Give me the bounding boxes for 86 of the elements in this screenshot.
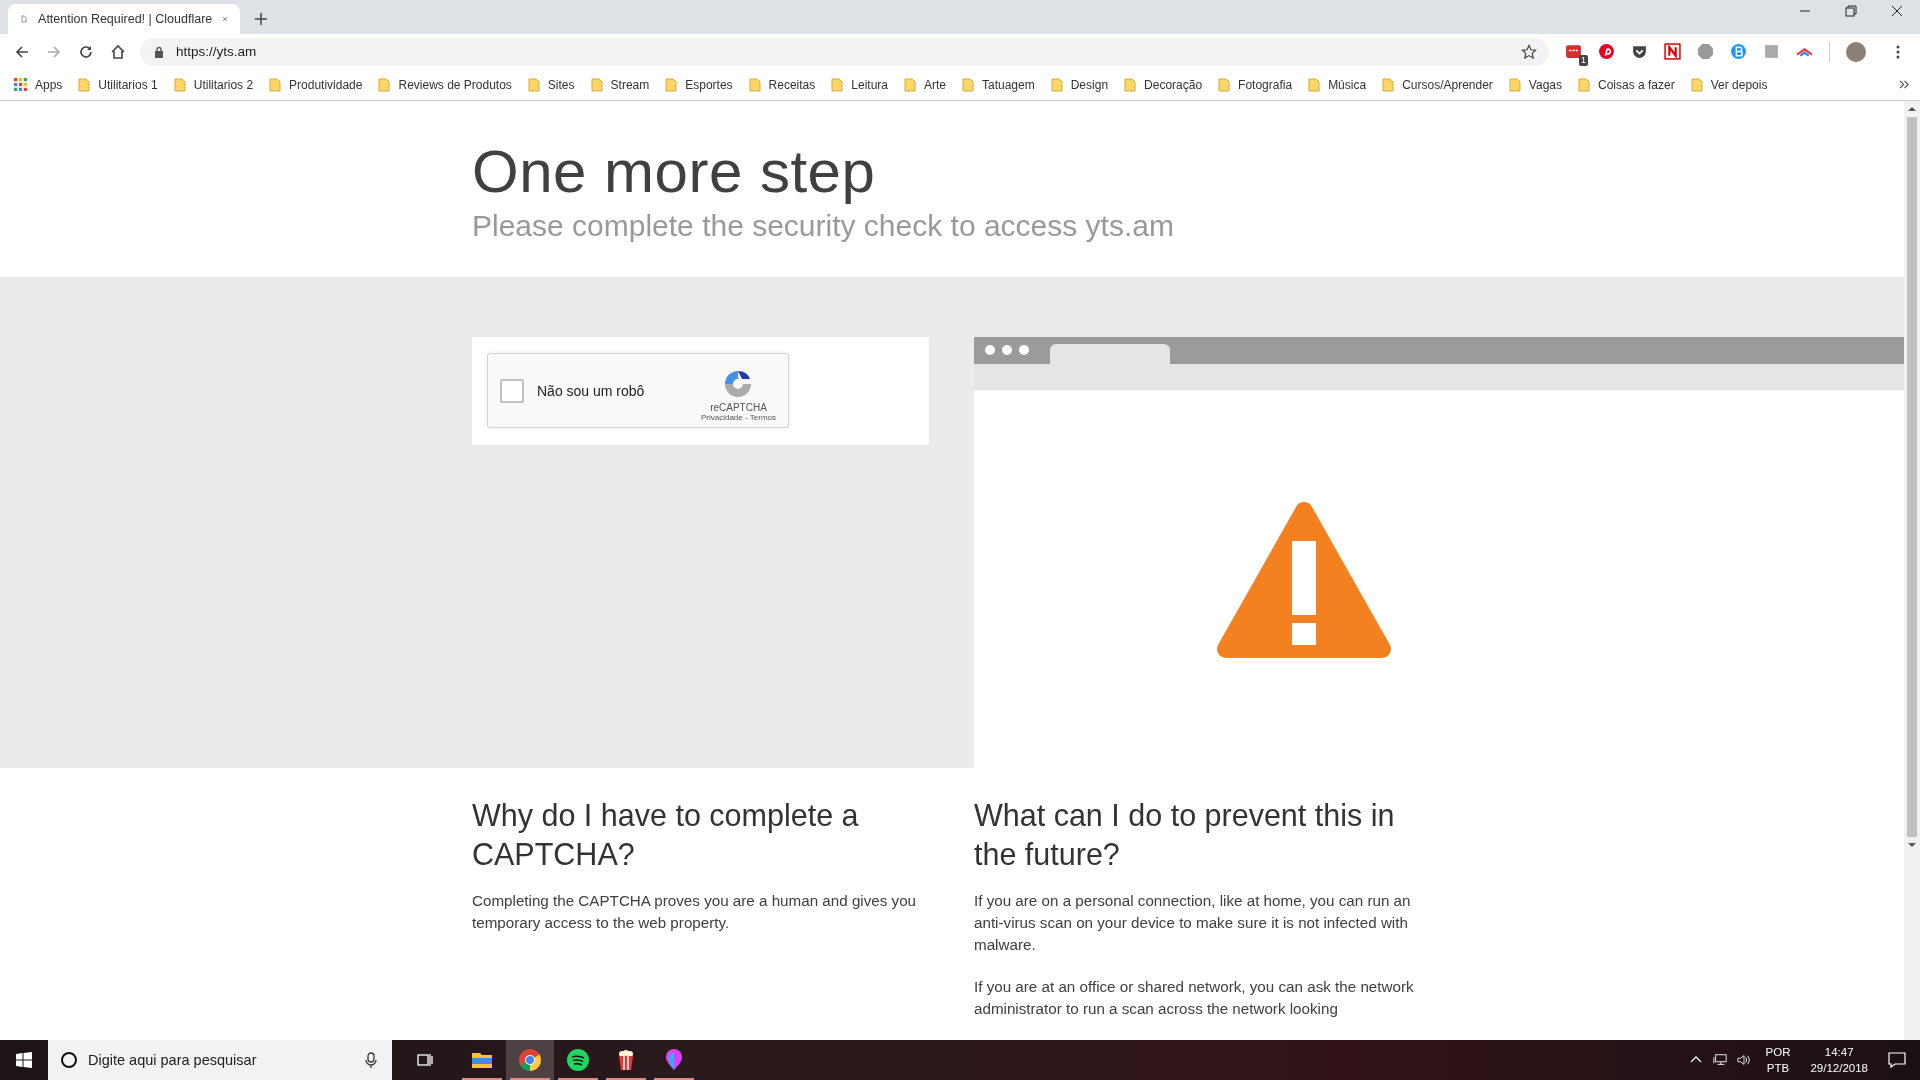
page-icon bbox=[20, 12, 29, 26]
task-view-icon[interactable] bbox=[416, 1051, 434, 1069]
folder-icon bbox=[831, 77, 844, 92]
extension-badge: 1 bbox=[1579, 55, 1588, 66]
scrollbar[interactable] bbox=[1904, 101, 1920, 1040]
section-heading: Why do I have to complete a CAPTCHA? bbox=[472, 797, 860, 873]
bookmark[interactable]: Utilitarios 1 bbox=[78, 77, 158, 92]
section-paragraph: If you are at an office or shared network, you can ask the network administrator to run a scan across the network looking bbox=[974, 977, 1415, 1019]
lock-icon bbox=[154, 45, 164, 58]
notification-icon[interactable] bbox=[1888, 1051, 1906, 1069]
page-subtitle: Please complete the security check to access yts.am bbox=[472, 209, 1174, 243]
folder-icon bbox=[904, 77, 916, 92]
folder-icon bbox=[269, 77, 282, 92]
restore-icon[interactable] bbox=[1845, 5, 1857, 17]
browser-tab[interactable]: Attention Required! | Cloudflare bbox=[8, 4, 240, 34]
close-icon[interactable] bbox=[1891, 5, 1903, 17]
folder-icon bbox=[527, 77, 540, 92]
new-tab-icon[interactable] bbox=[254, 12, 268, 26]
folder-icon bbox=[1578, 77, 1590, 92]
recaptcha-label: reCAPTCHA bbox=[710, 401, 767, 413]
folder-icon bbox=[1690, 77, 1703, 92]
bookmark[interactable]: Produtividade bbox=[269, 77, 363, 92]
folder-icon bbox=[1382, 77, 1395, 92]
bookmark[interactable]: Fotografia bbox=[1218, 77, 1293, 92]
bookmark[interactable]: Música bbox=[1308, 77, 1367, 92]
taskbar-app[interactable] bbox=[506, 1040, 554, 1080]
back-icon[interactable] bbox=[14, 43, 30, 60]
bookmark[interactable]: Receitas bbox=[748, 77, 816, 92]
folder-icon bbox=[1050, 77, 1063, 92]
bookmark[interactable]: Cursos/Aprender bbox=[1382, 77, 1493, 92]
language-indicator[interactable]: POR PTB bbox=[1765, 1044, 1791, 1076]
windows-start-icon[interactable] bbox=[16, 1052, 32, 1068]
microphone-icon[interactable] bbox=[362, 1051, 380, 1069]
captcha-label: Não sou um robô bbox=[537, 382, 645, 399]
folder-icon bbox=[1124, 77, 1137, 92]
apps-button[interactable]: Apps bbox=[14, 77, 63, 92]
scroll-down-icon[interactable] bbox=[1908, 842, 1916, 848]
folder-icon bbox=[1218, 77, 1231, 92]
bookmark[interactable]: Stream bbox=[590, 77, 650, 92]
bookmark[interactable]: Decoração bbox=[1124, 77, 1203, 92]
chrome-icon bbox=[518, 1048, 542, 1072]
folder-icon bbox=[378, 77, 391, 92]
address-bar[interactable]: https://yts.am bbox=[140, 37, 1549, 66]
reload-icon[interactable] bbox=[78, 43, 94, 60]
folder-icon bbox=[962, 77, 974, 92]
link-separator: - bbox=[745, 412, 748, 422]
bookmark[interactable]: Design bbox=[1050, 77, 1109, 92]
section-paragraph: If you are on a personal connection, like at home, you can run an anti-virus scan on your device to make sure it is not infected with malware. bbox=[974, 891, 1412, 955]
bookmark[interactable]: Leitura bbox=[831, 77, 888, 92]
cortana-icon bbox=[60, 1051, 78, 1069]
folder-icon bbox=[1508, 77, 1521, 92]
bookmark[interactable]: Sites bbox=[527, 77, 575, 92]
folder-icon bbox=[590, 77, 603, 92]
terms-link[interactable]: Termos bbox=[749, 412, 776, 422]
volume-icon[interactable] bbox=[1736, 1053, 1751, 1067]
pocket-icon[interactable] bbox=[1631, 43, 1648, 60]
folder-icon bbox=[173, 77, 186, 92]
avatar[interactable] bbox=[1846, 41, 1866, 62]
folder-icon bbox=[1308, 77, 1321, 92]
pin-icon[interactable] bbox=[1598, 43, 1615, 60]
window-dots-icon bbox=[984, 344, 1030, 357]
network-icon[interactable] bbox=[1712, 1053, 1727, 1067]
checkbox[interactable] bbox=[500, 378, 524, 403]
page-title: One more step bbox=[472, 139, 877, 205]
more-bookmarks-icon[interactable] bbox=[1899, 80, 1910, 89]
bookmark[interactable]: Coisas a fazer bbox=[1578, 77, 1675, 92]
clock[interactable]: 14:47 29/12/2018 bbox=[1810, 1044, 1868, 1076]
bookmark[interactable]: Reviews de Produtos bbox=[378, 77, 512, 92]
spotify-icon bbox=[566, 1048, 590, 1072]
taskbar-search-field[interactable]: Digite aqui para pesquisar bbox=[48, 1040, 392, 1080]
home-icon[interactable] bbox=[110, 43, 126, 60]
bookmark[interactable]: Esportes bbox=[665, 77, 733, 92]
section-paragraph: Completing the CAPTCHA proves you are a human and gives you temporary access to the web property. bbox=[472, 891, 918, 933]
folder-icon bbox=[665, 77, 678, 92]
star-icon[interactable] bbox=[1521, 43, 1537, 60]
scroll-up-icon[interactable] bbox=[1908, 106, 1916, 112]
apps-grid-icon bbox=[14, 78, 27, 91]
bookmark[interactable]: Utilitarios 2 bbox=[173, 77, 254, 92]
section-heading: What can I do to prevent this in the future? bbox=[974, 797, 1396, 873]
privacy-link[interactable]: Privacidade bbox=[700, 412, 743, 422]
folder-icon bbox=[78, 77, 91, 92]
folder-icon bbox=[748, 77, 761, 92]
bookmark[interactable]: Ver depois bbox=[1690, 77, 1768, 92]
bookmark[interactable]: Vagas bbox=[1508, 77, 1562, 92]
bookmark[interactable]: Arte bbox=[904, 77, 946, 92]
bookmark[interactable]: Tatuagem bbox=[962, 77, 1035, 92]
